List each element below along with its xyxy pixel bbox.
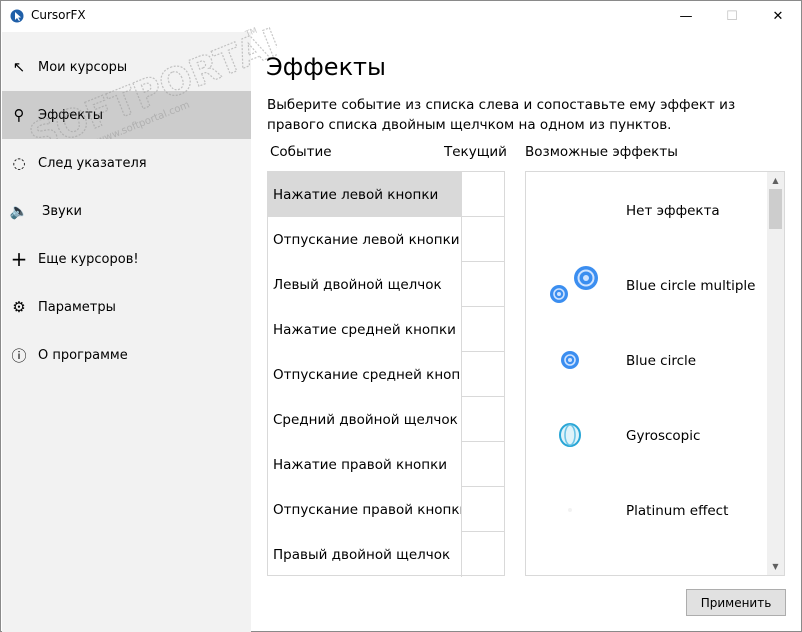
blue-circle-icon: [561, 351, 579, 369]
sidebar-item-about[interactable]: ⓘ О программе: [2, 331, 251, 379]
plus-icon: +: [10, 247, 28, 271]
gear-icon: ⚙: [12, 298, 26, 316]
event-current-effect: [461, 217, 504, 262]
sidebar-item-label: Мои курсоры: [38, 59, 128, 75]
trail-icon: ◌: [12, 154, 26, 172]
event-current-effect: [461, 442, 504, 487]
event-current-effect: [461, 307, 504, 352]
event-current-effect: [461, 397, 504, 442]
effect-name: Gyroscopic: [626, 427, 701, 444]
page-title: Эффекты: [266, 53, 386, 81]
event-current-effect: [461, 532, 504, 577]
event-name: Отпускание левой кнопки: [273, 231, 460, 248]
sidebar-item-trail[interactable]: ◌ След указателя: [2, 139, 251, 187]
event-row[interactable]: Отпускание левой кнопки: [268, 217, 504, 262]
event-name: Отпускание средней кнопки: [273, 366, 461, 383]
event-name: Нажатие левой кнопки: [268, 172, 461, 217]
sidebar-item-label: Эффекты: [38, 107, 103, 123]
sidebar-item-settings[interactable]: ⚙ Параметры: [2, 283, 251, 331]
cursor-arrow-icon: ↖: [12, 58, 26, 76]
event-row[interactable]: Отпускание средней кнопки: [268, 352, 504, 397]
effect-name: Blue circle: [626, 352, 697, 369]
effect-item-blue-circle[interactable]: Blue circle: [526, 323, 767, 398]
column-header-event: Событие: [270, 144, 332, 160]
event-name: Левый двойной щелчок: [273, 276, 442, 293]
platinum-effect-icon: [568, 508, 572, 512]
app-icon: [10, 9, 24, 23]
sidebar-item-label: След указателя: [38, 155, 147, 171]
event-current-effect: [461, 352, 504, 397]
event-name: Средний двойной щелчок: [273, 411, 458, 428]
page-description: Выберите событие из списка слева и сопос…: [267, 97, 736, 133]
column-header-current: Текущий: [444, 144, 507, 160]
event-name: Отпускание правой кнопки: [273, 501, 461, 518]
info-icon: ⓘ: [11, 346, 27, 365]
event-current-effect: [461, 487, 504, 532]
magic-wand-icon: ⚲: [13, 106, 25, 124]
apply-button[interactable]: Применить: [686, 589, 786, 616]
effect-item-none[interactable]: Нет эффекта: [526, 173, 767, 248]
sidebar-item-label: Еще курсоров!: [38, 251, 139, 267]
sidebar: ↖ Мои курсоры ⚲ Эффекты ◌ След указателя…: [2, 32, 251, 632]
close-button[interactable]: ✕: [755, 1, 801, 32]
scroll-up-arrow-icon[interactable]: ▲: [767, 172, 784, 189]
event-current-effect: [461, 262, 504, 307]
sidebar-item-label: О программе: [38, 347, 128, 363]
gyroscopic-icon: [559, 423, 581, 447]
events-list[interactable]: Нажатие левой кнопки Отпускание левой кн…: [267, 171, 505, 577]
scroll-down-arrow-icon[interactable]: ▼: [767, 558, 784, 575]
window-title: CursorFX: [31, 8, 86, 22]
event-name: Правый двойной щелчок: [273, 546, 451, 563]
event-row[interactable]: Правый двойной щелчок: [268, 532, 504, 577]
event-row[interactable]: Левый двойной щелчок: [268, 262, 504, 307]
app-window: CursorFX — ☐ ✕ ↖ Мои курсоры ⚲ Эффекты ◌…: [0, 0, 802, 632]
title-bar[interactable]: CursorFX — ☐ ✕: [1, 1, 801, 32]
sidebar-item-label: Звуки: [42, 203, 82, 219]
effect-item-gyroscopic[interactable]: Gyroscopic: [526, 398, 767, 473]
event-row[interactable]: Нажатие левой кнопки: [268, 172, 504, 217]
effect-name: Blue circle multiple: [626, 277, 756, 294]
event-current-effect: [461, 172, 504, 217]
effects-list[interactable]: Нет эффекта Blue circle multiple Blue ci…: [525, 171, 785, 576]
event-row[interactable]: Нажатие правой кнопки: [268, 442, 504, 487]
maximize-button[interactable]: ☐: [709, 1, 755, 32]
effect-item-blue-circle-multiple[interactable]: Blue circle multiple: [526, 248, 767, 323]
sidebar-item-sounds[interactable]: 🔈 Звуки: [2, 187, 251, 235]
sidebar-item-my-cursors[interactable]: ↖ Мои курсоры: [2, 43, 251, 91]
event-row[interactable]: Нажатие средней кнопки: [268, 307, 504, 352]
scrollbar-thumb[interactable]: [769, 189, 782, 229]
blue-circle-multiple-icon: [550, 266, 598, 303]
speaker-icon: 🔈: [9, 202, 29, 220]
event-name: Нажатие средней кнопки: [273, 321, 456, 338]
sidebar-item-effects[interactable]: ⚲ Эффекты: [2, 91, 251, 139]
event-row[interactable]: Отпускание правой кнопки: [268, 487, 504, 532]
effects-scrollbar[interactable]: ▲ ▼: [767, 172, 784, 575]
effect-name: Нет эффекта: [626, 202, 720, 219]
event-row[interactable]: Средний двойной щелчок: [268, 397, 504, 442]
sidebar-item-label: Параметры: [38, 299, 116, 315]
effect-item-platinum[interactable]: Platinum effect: [526, 473, 767, 548]
effect-name: Platinum effect: [626, 502, 729, 519]
sidebar-item-more-cursors[interactable]: + Еще курсоров!: [2, 235, 251, 283]
column-header-effects: Возможные эффекты: [525, 144, 678, 160]
minimize-button[interactable]: —: [663, 1, 709, 32]
event-name: Нажатие правой кнопки: [273, 456, 448, 473]
